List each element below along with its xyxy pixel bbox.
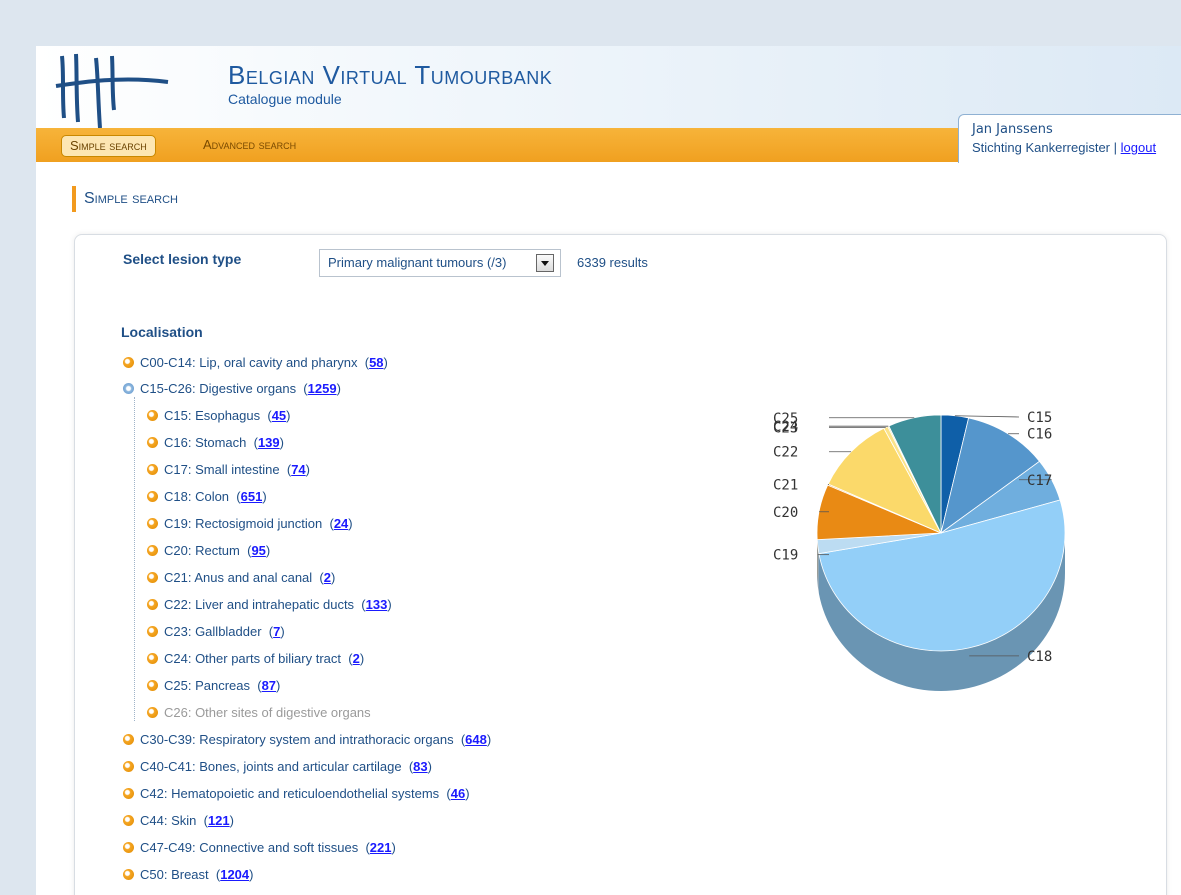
tree-item[interactable]: C26: Other sites of digestive organs <box>147 703 371 723</box>
tree-guide-line <box>134 397 136 721</box>
tree-item[interactable]: C15: Esophagus (45) <box>147 406 291 426</box>
tree-item[interactable]: C25: Pancreas (87) <box>147 676 280 696</box>
lesion-type-selected: Primary malignant tumours (/3) <box>328 255 507 270</box>
count-link[interactable]: 2 <box>353 651 360 666</box>
expand-icon[interactable] <box>123 734 134 745</box>
count-link[interactable]: 139 <box>258 435 280 450</box>
pie-label-c21: C21 <box>773 478 798 494</box>
expand-icon[interactable] <box>123 842 134 853</box>
expand-icon[interactable] <box>123 815 134 826</box>
tree-item[interactable]: C21: Anus and anal canal (2) <box>147 568 335 588</box>
count-link[interactable]: 45 <box>272 408 286 423</box>
pie-label-c18: C18 <box>1027 649 1052 665</box>
count-link[interactable]: 121 <box>208 813 230 828</box>
count-link[interactable]: 651 <box>241 489 263 504</box>
tree-item[interactable]: C00-C14: Lip, oral cavity and pharynx (5… <box>123 353 388 373</box>
tree-item[interactable]: C16: Stomach (139) <box>147 433 284 453</box>
tree-item[interactable]: C44: Skin (121) <box>123 811 234 831</box>
tree-item[interactable]: C24: Other parts of biliary tract (2) <box>147 649 364 669</box>
pie-label-c16: C16 <box>1027 427 1052 443</box>
expand-icon[interactable] <box>147 545 158 556</box>
tree-item[interactable]: C40-C41: Bones, joints and articular car… <box>123 757 432 777</box>
tree-item[interactable]: C20: Rectum (95) <box>147 541 270 561</box>
expand-icon[interactable] <box>147 572 158 583</box>
expand-icon[interactable] <box>147 464 158 475</box>
expand-icon[interactable] <box>147 491 158 502</box>
tab-simple-search[interactable]: Simple search <box>61 135 156 157</box>
app-frame: Belgian Virtual Tumourbank Catalogue mod… <box>36 46 1181 895</box>
pie-label-c22: C22 <box>773 445 798 461</box>
tree-item[interactable]: C23: Gallbladder (7) <box>147 622 285 642</box>
tree-item[interactable]: C30-C39: Respiratory system and intratho… <box>123 730 491 750</box>
expand-icon[interactable] <box>123 357 134 368</box>
count-link[interactable]: 648 <box>465 732 487 747</box>
expand-icon[interactable] <box>147 626 158 637</box>
expand-icon[interactable] <box>147 410 158 421</box>
tree-item[interactable]: C15-C26: Digestive organs (1259) <box>123 379 341 399</box>
count-link[interactable]: 46 <box>451 786 465 801</box>
logout-link[interactable]: logout <box>1121 140 1156 155</box>
count-link[interactable]: 87 <box>262 678 276 693</box>
count-link[interactable]: 24 <box>334 516 348 531</box>
user-organisation-line: Stichting Kankerregister | logout <box>972 140 1156 155</box>
pie-label-c25: C25 <box>773 411 798 427</box>
tree-item[interactable]: C19: Rectosigmoid junction (24) <box>147 514 353 534</box>
tree-item[interactable]: C47-C49: Connective and soft tissues (22… <box>123 838 396 858</box>
user-name: Jan Janssens <box>972 122 1053 137</box>
expand-icon[interactable] <box>147 599 158 610</box>
expand-icon[interactable] <box>147 437 158 448</box>
count-link[interactable]: 221 <box>370 840 392 855</box>
lesion-type-label: Select lesion type <box>123 251 242 267</box>
digestive-organs-pie-chart: C15C16C17C18C19C20C21C22C23C24C25 <box>773 410 1066 691</box>
count-link[interactable]: 2 <box>324 570 331 585</box>
tree-item[interactable]: C50: Breast (1204) <box>123 865 253 885</box>
count-link[interactable]: 1204 <box>220 867 249 882</box>
tree-item[interactable]: C42: Hematopoietic and reticuloendotheli… <box>123 784 470 804</box>
tab-advanced-search[interactable]: Advanced search <box>195 135 304 155</box>
results-count: 6339 results <box>577 255 648 270</box>
pie-label-c20: C20 <box>773 505 798 521</box>
pie-label-c17: C17 <box>1027 473 1052 489</box>
count-link[interactable]: 7 <box>273 624 280 639</box>
tree-item[interactable]: C22: Liver and intrahepatic ducts (133) <box>147 595 392 615</box>
expand-icon[interactable] <box>123 869 134 880</box>
tree-item[interactable]: C17: Small intestine (74) <box>147 460 310 480</box>
count-link[interactable]: 1259 <box>308 381 337 396</box>
tumourbank-logo <box>55 53 169 128</box>
count-link[interactable]: 58 <box>369 355 383 370</box>
expand-icon[interactable] <box>147 707 158 718</box>
lesion-type-select[interactable]: Primary malignant tumours (/3) <box>319 249 561 277</box>
page-title: Simple search <box>72 186 178 212</box>
expand-icon[interactable] <box>147 518 158 529</box>
user-organisation: Stichting Kankerregister <box>972 140 1111 155</box>
pie-label-c19: C19 <box>773 548 798 564</box>
collapse-icon[interactable] <box>123 383 134 394</box>
count-link[interactable]: 83 <box>413 759 427 774</box>
localisation-label: Localisation <box>121 324 203 340</box>
count-link[interactable]: 95 <box>251 543 265 558</box>
dropdown-arrow-icon[interactable] <box>536 254 554 272</box>
app-title: Belgian Virtual Tumourbank <box>228 60 553 90</box>
count-link[interactable]: 74 <box>291 462 305 477</box>
expand-icon[interactable] <box>147 680 158 691</box>
expand-icon[interactable] <box>123 761 134 772</box>
count-link[interactable]: 133 <box>366 597 388 612</box>
pie-label-c15: C15 <box>1027 410 1052 426</box>
search-panel: Select lesion type Primary malignant tum… <box>74 234 1167 895</box>
app-subtitle: Catalogue module <box>228 91 342 107</box>
user-box: Jan Janssens Stichting Kankerregister | … <box>958 114 1181 163</box>
tree-item[interactable]: C18: Colon (651) <box>147 487 267 507</box>
expand-icon[interactable] <box>123 788 134 799</box>
user-separator: | <box>1113 140 1118 155</box>
expand-icon[interactable] <box>147 653 158 664</box>
